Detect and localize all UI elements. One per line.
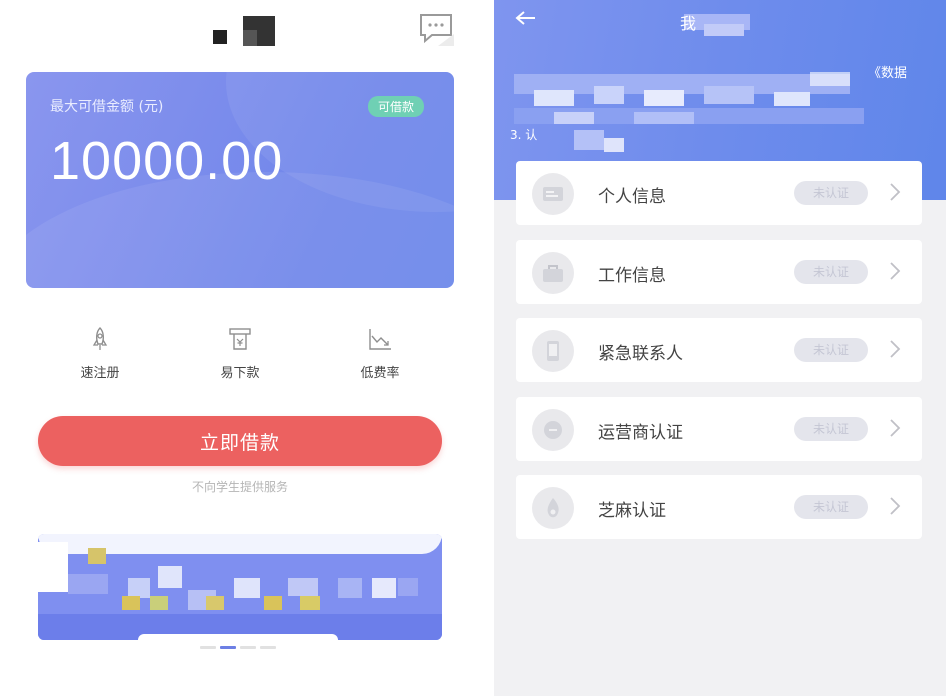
back-arrow-icon[interactable] [514,10,536,26]
carrier-icon [532,408,574,451]
feature-label: 低费率 [360,366,400,381]
loan-limit-card: 最大可借金额 (元) 可借款 10000.00 [26,72,454,288]
page-title: 我 [680,14,697,33]
pixelated-title [213,16,275,46]
verification-list: 个人信息 未认证 工作信息 未认证 紧急联系人 未认证 运营商认证 未认证 芝麻… [516,161,922,554]
max-amount-label: 最大可借金额 (元) [50,99,164,115]
feature-label: 速注册 [80,366,120,381]
feature-label: 易下款 [220,366,260,381]
feature-row: 速注册 易下款 低费率 [40,326,440,386]
trend-chart-icon [369,329,391,350]
message-icon[interactable] [418,12,454,46]
verify-item-personal-info[interactable]: 个人信息 未认证 [516,161,922,225]
status-badge: 未认证 [794,259,868,284]
phone-contact-icon [532,330,574,372]
status-badge: 未认证 [794,495,868,519]
chevron-right-icon [890,261,901,280]
max-amount-value: 10000.00 [50,131,284,191]
status-badge: 未认证 [794,338,868,362]
status-badge: 未认证 [794,181,868,205]
verify-item-sesame[interactable]: 芝麻认证 未认证 [516,475,922,539]
student-notice: 不向学生提供服务 [191,480,288,494]
list-item-label: 芝麻认证 [598,501,666,521]
verify-item-carrier[interactable]: 运营商认证 未认证 [516,396,922,461]
feature-fast-register: 速注册 [40,326,160,386]
briefcase-icon [532,251,574,294]
list-item-label: 紧急联系人 [598,344,683,364]
screenshot-pair: 最大可借金额 (元) 可借款 10000.00 速注册 易下款 低费率 立即借款… [0,0,946,696]
id-card-icon [532,173,574,215]
list-item-label: 工作信息 [598,265,666,286]
status-badge: 未认证 [794,416,868,441]
feature-low-rate: 低费率 [320,326,440,386]
borrow-now-button[interactable]: 立即借款 [38,416,442,466]
loan-home-screen: 最大可借金额 (元) 可借款 10000.00 速注册 易下款 低费率 立即借款… [0,0,490,696]
cash-withdraw-icon [229,328,251,350]
sesame-icon [532,487,574,529]
feature-easy-payout: 易下款 [180,326,300,386]
chevron-right-icon [890,418,901,437]
verify-item-emergency-contact[interactable]: 紧急联系人 未认证 [516,318,922,382]
chevron-right-icon [890,340,901,358]
notice-text-fragment: 3. 认 [510,128,538,142]
rocket-icon [92,327,108,350]
notice-text-fragment: 《数据 [868,66,908,81]
list-item-label: 个人信息 [598,187,666,207]
verification-screen: 我 《数据 3. 认 个人信息 未认证 工作信息 未认证 紧急联系人 未认证 运… [494,0,946,696]
banner-pagination [200,646,276,649]
list-item-label: 运营商认证 [598,422,683,443]
status-badge: 可借款 [367,96,424,117]
promo-banner[interactable] [38,534,442,640]
verify-item-work-info[interactable]: 工作信息 未认证 [516,239,922,304]
chevron-right-icon [890,497,901,515]
chevron-right-icon [890,183,901,201]
